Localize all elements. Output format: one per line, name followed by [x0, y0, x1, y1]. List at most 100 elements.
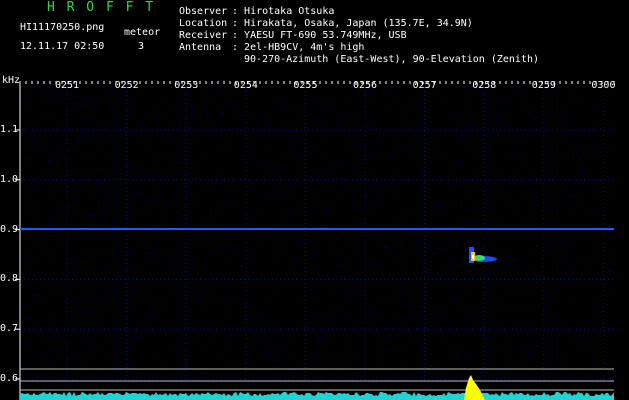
noise-dot: [385, 106, 387, 108]
noise-dot: [268, 118, 269, 119]
noise-dot: [606, 304, 608, 306]
noise-dot: [598, 247, 600, 249]
noise-dot: [391, 302, 393, 304]
noise-dot: [466, 352, 468, 353]
noise-dot: [24, 205, 26, 207]
noise-dot: [437, 142, 439, 144]
noise-dot: [225, 95, 227, 97]
noise-dot: [506, 340, 508, 342]
noise-dot: [558, 238, 560, 240]
noise-dot: [62, 147, 64, 149]
noise-dot: [149, 252, 150, 254]
noise-dot: [307, 112, 309, 114]
noise-dot: [97, 126, 99, 128]
noise-dot: [357, 371, 359, 373]
noise-dot: [485, 343, 487, 345]
noise-dot: [496, 113, 498, 115]
noise-dot: [496, 97, 498, 99]
noise-dot: [132, 307, 134, 309]
noise-dot: [485, 141, 487, 143]
noise-dot: [192, 170, 194, 172]
noise-dot: [264, 166, 265, 167]
noise-dot: [303, 326, 305, 328]
meteor-signal-spike: [464, 375, 485, 400]
noise-dot: [479, 186, 481, 188]
noise-dot: [312, 318, 314, 320]
info-value: 2el-HB9CV, 4m's high: [244, 42, 365, 53]
noise-dot: [145, 172, 147, 173]
noise-dot: [582, 350, 584, 352]
noise-dot: [421, 188, 423, 190]
noise-dot: [199, 256, 201, 258]
noise-dot: [74, 214, 76, 216]
noise-dot: [589, 320, 590, 322]
noise-dot: [342, 279, 344, 281]
noise-dot: [479, 138, 481, 140]
noise-dot: [436, 248, 438, 250]
noise-dot: [24, 188, 26, 190]
noise-dot: [85, 289, 87, 291]
noise-dot: [150, 245, 152, 247]
noise-dot: [545, 134, 547, 136]
noise-dot: [335, 360, 337, 362]
noise-dot: [582, 153, 584, 155]
noise-dot: [132, 293, 134, 295]
noise-dot: [281, 236, 283, 238]
noise-dot: [498, 140, 500, 142]
noise-dot: [272, 197, 274, 199]
noise-dot: [492, 320, 494, 322]
noise-dot: [442, 99, 444, 101]
noise-dot: [497, 134, 499, 136]
noise-dot: [430, 120, 432, 122]
noise-dot: [211, 292, 213, 293]
noise-dot: [525, 137, 527, 139]
noise-dot: [559, 157, 561, 158]
noise-dot: [461, 238, 463, 240]
noise-dot: [514, 211, 516, 213]
noise-dot: [409, 232, 411, 234]
noise-dot: [54, 369, 55, 371]
noise-dot: [470, 120, 471, 122]
noise-dot: [431, 365, 433, 367]
info-key: Location: [179, 18, 228, 29]
noise-dot: [359, 150, 361, 152]
noise-dot: [361, 329, 363, 331]
noise-dot: [479, 210, 481, 212]
noise-dot: [251, 148, 252, 150]
noise-dot: [114, 210, 116, 212]
noise-dot: [221, 232, 223, 234]
noise-dot: [175, 109, 177, 111]
noise-dot: [162, 297, 164, 298]
noise-dot: [30, 147, 31, 149]
noise-dot: [298, 118, 300, 120]
noise-dot: [422, 261, 424, 263]
noise-dot: [289, 280, 291, 282]
noise-dot: [478, 211, 480, 213]
noise-dot: [125, 102, 126, 104]
noise-dot: [34, 126, 36, 128]
noise-dot: [382, 341, 384, 343]
noise-dot: [373, 313, 375, 315]
noise-dot: [283, 153, 285, 155]
noise-dot: [425, 273, 427, 275]
noise-dot: [358, 272, 360, 274]
noise-dot: [448, 204, 449, 206]
noise-dot: [450, 176, 452, 178]
noise-dot: [128, 222, 130, 224]
info-key: Observer: [179, 6, 228, 17]
noise-dot: [170, 110, 172, 112]
noise-dot: [47, 172, 49, 174]
noise-dot: [69, 101, 71, 103]
noise-dot: [45, 285, 47, 287]
noise-dot: [296, 127, 298, 129]
noise-dot: [613, 146, 614, 148]
noise-dot: [65, 269, 67, 271]
noise-dot: [206, 328, 208, 330]
noise-dot: [441, 280, 443, 282]
noise-dot: [265, 370, 267, 372]
noise-dot: [173, 287, 175, 289]
noise-dot: [322, 204, 324, 206]
noise-dot: [75, 142, 77, 144]
noise-dot: [118, 210, 120, 212]
noise-dot: [198, 297, 200, 299]
